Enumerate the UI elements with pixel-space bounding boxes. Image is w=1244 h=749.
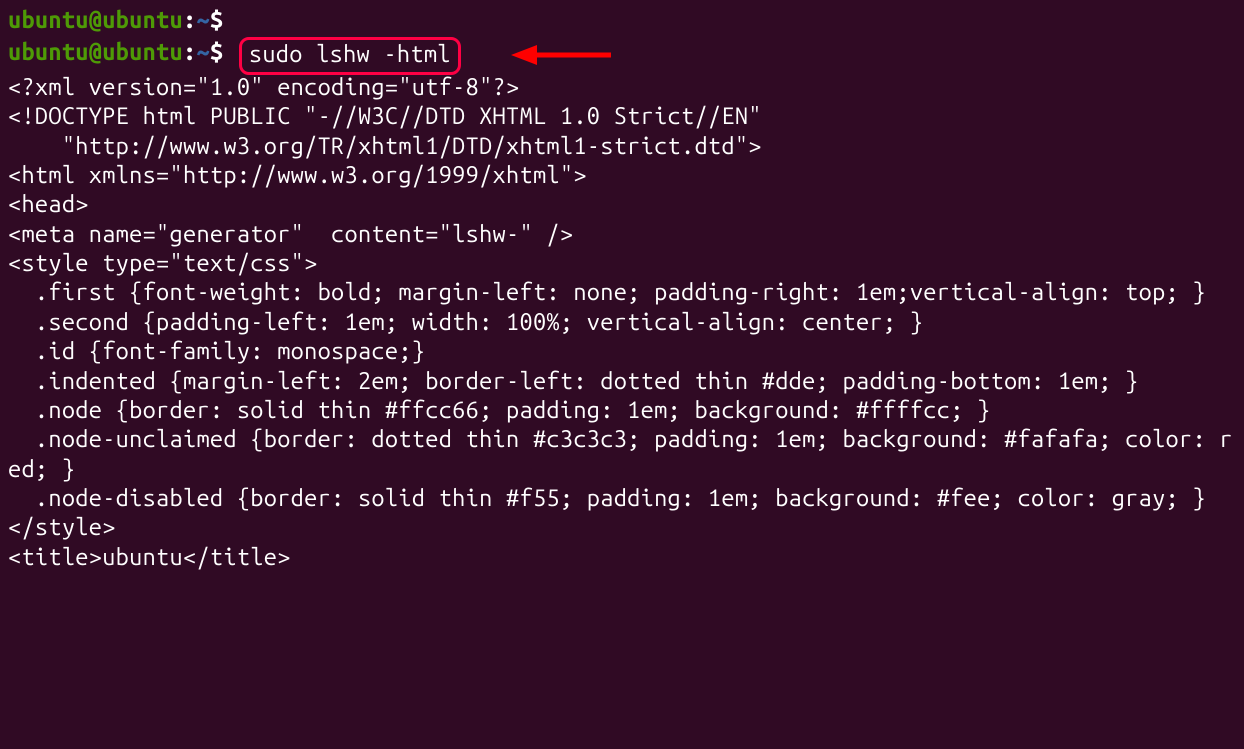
command-text[interactable]: sudo lshw -html: [249, 41, 451, 67]
output-line: </style>: [8, 513, 1236, 542]
prompt-dollar: $: [210, 39, 223, 65]
prompt-line-2: ubuntu@ubuntu:~$ sudo lshw -html: [8, 35, 1236, 72]
annotation-arrow-icon: [511, 42, 611, 68]
output-line: .id {font-family: monospace;}: [8, 337, 1236, 366]
output-line: "http://www.w3.org/TR/xhtml1/DTD/xhtml1-…: [8, 132, 1236, 161]
prompt-path: ~: [196, 7, 209, 33]
output-line: .node-disabled {border: solid thin #f55;…: [8, 484, 1236, 513]
output-line: <title>ubuntu</title>: [8, 543, 1236, 572]
output-line: .first {font-weight: bold; margin-left: …: [8, 278, 1236, 307]
prompt-user: ubuntu@ubuntu: [8, 39, 183, 65]
output-line: <meta name="generator" content="lshw-" /…: [8, 220, 1236, 249]
output-line: .node-unclaimed {border: dotted thin #c3…: [8, 425, 1236, 484]
output-line: .indented {margin-left: 2em; border-left…: [8, 367, 1236, 396]
output-line: .second {padding-left: 1em; width: 100%;…: [8, 308, 1236, 337]
prompt-sep: :: [183, 7, 196, 33]
output-line: <html xmlns="http://www.w3.org/1999/xhtm…: [8, 161, 1236, 190]
command-highlight-box: sudo lshw -html: [239, 37, 461, 74]
output-line: <!DOCTYPE html PUBLIC "-//W3C//DTD XHTML…: [8, 102, 1236, 131]
prompt-dollar: $: [210, 7, 223, 33]
output-line: .node {border: solid thin #ffcc66; paddi…: [8, 396, 1236, 425]
output-line: <?xml version="1.0" encoding="utf-8"?>: [8, 73, 1236, 102]
prompt-sep: :: [183, 39, 196, 65]
output-line: <style type="text/css">: [8, 249, 1236, 278]
prompt-line-1: ubuntu@ubuntu:~$: [8, 6, 1236, 35]
output-line: <head>: [8, 190, 1236, 219]
prompt-user: ubuntu@ubuntu: [8, 7, 183, 33]
prompt-path: ~: [196, 39, 209, 65]
